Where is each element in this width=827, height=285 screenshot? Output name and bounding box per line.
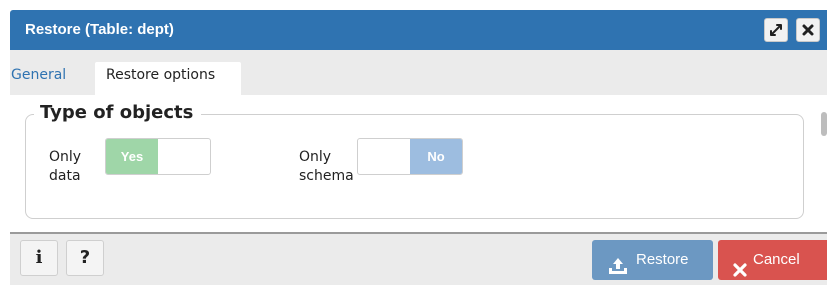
restore-dialog: Restore (Table: dept) General Restore op… [0, 0, 827, 285]
vertical-scrollbar[interactable] [821, 112, 827, 136]
close-button[interactable] [796, 18, 820, 42]
dialog-footer: i ? Restore Cancel [10, 232, 827, 285]
tab-restore-options[interactable]: Restore options [95, 62, 241, 95]
close-icon [797, 19, 819, 41]
only-schema-toggle-no: No [410, 139, 462, 174]
restore-button-label: Restore [636, 251, 689, 268]
tab-content: Type of objects Only data Yes Only schem… [10, 95, 827, 232]
maximize-icon [765, 19, 787, 41]
upload-icon [608, 251, 628, 285]
only-schema-label: Only schema [299, 149, 354, 184]
cancel-button[interactable]: Cancel [718, 240, 827, 280]
dialog-title: Restore (Table: dept) [25, 21, 174, 38]
help-button[interactable]: ? [66, 240, 104, 276]
restore-button[interactable]: Restore [592, 240, 713, 280]
info-icon: i [35, 247, 43, 268]
help-icon: ? [79, 247, 91, 268]
only-data-toggle-yes: Yes [106, 139, 158, 174]
maximize-button[interactable] [764, 18, 788, 42]
cancel-button-label: Cancel [753, 251, 800, 268]
tab-bar: General Restore options [10, 50, 827, 95]
only-data-toggle[interactable]: Yes [105, 138, 211, 175]
info-button[interactable]: i [20, 240, 58, 276]
cancel-x-icon [733, 253, 747, 285]
only-data-label: Only data [49, 149, 82, 184]
dialog-title-bar[interactable]: Restore (Table: dept) [10, 10, 827, 50]
type-of-objects-legend: Type of objects [34, 102, 202, 123]
tab-general[interactable]: General [10, 62, 92, 95]
only-schema-toggle[interactable]: No [357, 138, 463, 175]
